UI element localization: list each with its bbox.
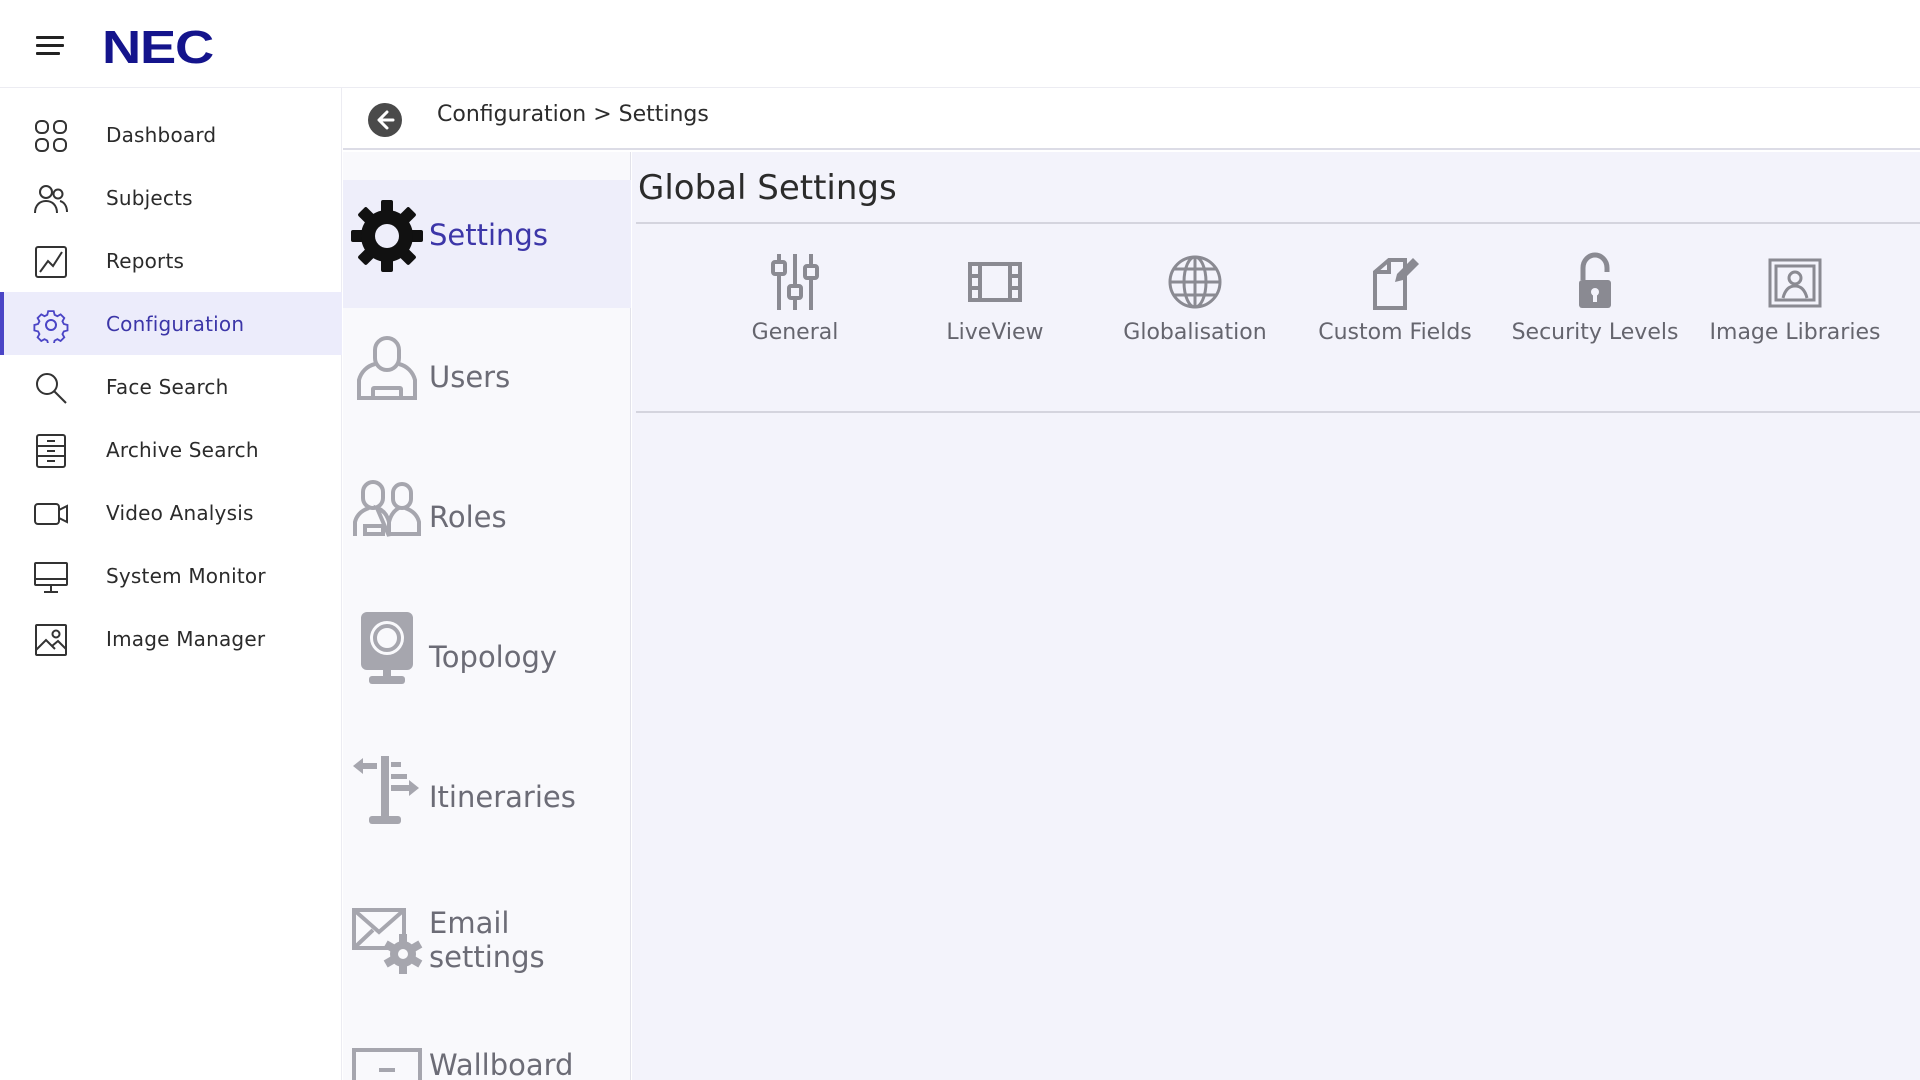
sidebar-item-dashboard[interactable]: Dashboard: [0, 103, 342, 166]
sidebar-item-label: Archive Search: [106, 438, 259, 462]
image-icon: [35, 624, 67, 656]
sidebar-item-label: Image Manager: [106, 627, 266, 651]
film-icon: [968, 262, 1022, 302]
tile-label: Image Libraries: [1709, 320, 1881, 345]
chart-line-icon: [35, 246, 67, 278]
sidebar-item-system-monitor[interactable]: System Monitor: [0, 544, 342, 607]
sidebar-item-reports[interactable]: Reports: [0, 229, 342, 292]
gear-icon: [33, 310, 69, 343]
category-label: Email settings: [429, 906, 545, 974]
tile-label: Globalisation: [1123, 320, 1267, 345]
tile-globalisation[interactable]: Globalisation: [1095, 252, 1295, 362]
sidebar-item-subjects[interactable]: Subjects: [0, 166, 342, 229]
category-users[interactable]: Users: [343, 312, 631, 440]
tile-custom-fields[interactable]: Custom Fields: [1295, 252, 1495, 362]
sliders-icon: [771, 254, 819, 310]
sidebar-item-label: Face Search: [106, 375, 229, 399]
page-title: Global Settings: [638, 168, 897, 208]
tile-image-libraries[interactable]: Image Libraries: [1695, 252, 1895, 362]
signpost-icon: [353, 756, 419, 824]
wallboard-icon: [352, 1048, 422, 1080]
divider: [636, 222, 1920, 224]
archive-icon: [36, 434, 66, 468]
category-email-settings[interactable]: Email settings: [343, 872, 631, 1000]
category-wallboard[interactable]: Wallboard: [343, 1012, 631, 1080]
category-label: Topology: [429, 640, 558, 674]
video-camera-icon: [34, 503, 68, 525]
category-label: Itineraries: [429, 780, 576, 814]
tile-label: Custom Fields: [1318, 320, 1472, 345]
arrow-left-icon: [377, 110, 395, 130]
email-gear-icon: [352, 908, 423, 974]
settings-category-list: Settings Users Roles Topology Itinerarie…: [343, 152, 631, 1080]
category-label: Wallboard: [429, 1048, 574, 1080]
category-label: Users: [429, 360, 511, 394]
document-edit-icon: [1373, 258, 1419, 310]
sidebar-item-label: Dashboard: [106, 123, 217, 147]
category-roles[interactable]: Roles: [343, 452, 631, 580]
sidebar-item-label: Configuration: [106, 312, 245, 336]
sidebar-item-configuration[interactable]: Configuration: [0, 292, 342, 355]
padlock-icon: [1579, 252, 1611, 308]
sidebar-item-face-search[interactable]: Face Search: [0, 355, 342, 418]
globe-icon: [1168, 255, 1222, 309]
category-topology[interactable]: Topology: [343, 592, 631, 720]
divider: [636, 411, 1920, 413]
breadcrumb: Configuration > Settings: [437, 102, 709, 127]
category-label: Settings: [429, 218, 548, 252]
sidebar-item-image-manager[interactable]: Image Manager: [0, 607, 342, 670]
sidebar-item-video-analysis[interactable]: Video Analysis: [0, 481, 342, 544]
tile-liveview[interactable]: LiveView: [895, 252, 1095, 362]
sidebar: Dashboard Subjects Reports Configuration…: [0, 88, 342, 1080]
hamburger-icon[interactable]: [36, 36, 64, 56]
people-icon: [34, 185, 68, 214]
back-button[interactable]: [368, 103, 402, 137]
sidebar-item-archive-search[interactable]: Archive Search: [0, 418, 342, 481]
camera-icon: [361, 612, 413, 684]
user-icon: [357, 336, 417, 400]
top-header: NEC: [0, 0, 1920, 88]
sidebar-item-label: System Monitor: [106, 564, 266, 588]
sidebar-item-label: Video Analysis: [106, 501, 254, 525]
category-settings[interactable]: Settings: [343, 180, 631, 308]
nec-logo: NEC: [102, 21, 214, 73]
tile-security-levels[interactable]: Security Levels: [1495, 252, 1695, 362]
image-library-icon: [1768, 258, 1822, 308]
tile-label: Security Levels: [1511, 320, 1679, 345]
category-label: Roles: [429, 500, 507, 534]
breadcrumb-bar: Configuration > Settings: [343, 88, 1920, 150]
cog-icon: [351, 200, 423, 272]
category-itineraries[interactable]: Itineraries: [343, 732, 631, 860]
sidebar-item-label: Subjects: [106, 186, 193, 210]
tile-label: LiveView: [946, 320, 1044, 345]
search-icon: [36, 373, 67, 404]
roles-icon: [353, 480, 421, 537]
tile-label: General: [751, 320, 839, 345]
monitor-icon: [34, 562, 68, 593]
tile-general[interactable]: General: [695, 252, 895, 362]
sidebar-item-label: Reports: [106, 249, 185, 273]
grid-icon: [35, 120, 67, 152]
global-settings-panel: Global Settings General LiveView Globali…: [632, 152, 1920, 1080]
